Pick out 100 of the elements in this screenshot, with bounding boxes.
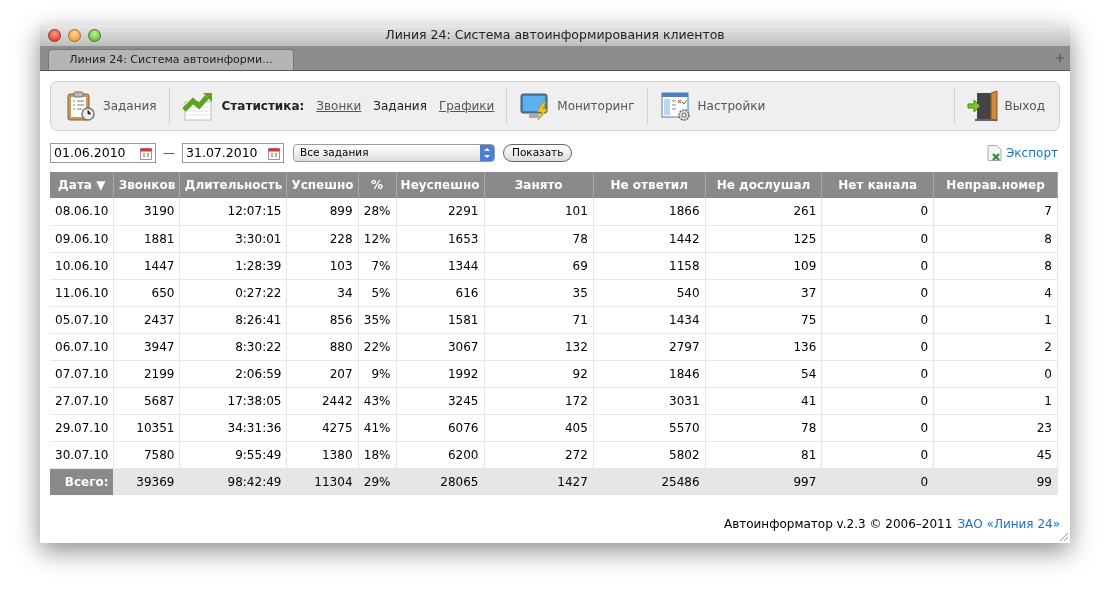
total-label: Всего: — [50, 468, 114, 495]
table-cell: 1992 — [396, 360, 484, 387]
stats-tab-link[interactable]: Звонки — [316, 97, 362, 115]
table-cell: 899 — [286, 198, 359, 225]
close-button[interactable] — [48, 29, 61, 42]
zoom-button[interactable] — [88, 29, 101, 42]
table-cell: 1158 — [593, 252, 706, 279]
table-cell: 172 — [484, 387, 594, 414]
table-cell: 1653 — [396, 225, 484, 252]
spreadsheet-file-icon — [986, 145, 1002, 161]
table-cell: 8 — [933, 225, 1058, 252]
table-cell: 4275 — [286, 414, 359, 441]
table-cell: 39369 — [114, 468, 180, 495]
table-cell: 1:28:39 — [179, 252, 287, 279]
table-cell: 71 — [484, 306, 594, 333]
table-cell: 1344 — [396, 252, 484, 279]
settings-icon — [659, 90, 692, 122]
task-select[interactable]: Все задания — [293, 144, 495, 162]
table-cell: 4 — [933, 279, 1058, 306]
table-cell: 28% — [358, 198, 396, 225]
export-link[interactable]: Экспорт — [1005, 144, 1058, 162]
nav-link[interactable]: Мониторинг — [557, 97, 635, 115]
nav-link[interactable]: Выход — [1004, 97, 1045, 115]
table-cell: 10351 — [114, 414, 180, 441]
table-cell: 125 — [705, 225, 822, 252]
table-cell: 5% — [358, 279, 396, 306]
table-cell: 27.07.10 — [50, 387, 114, 414]
table-cell: 0 — [821, 414, 934, 441]
table-cell: 11304 — [286, 468, 359, 495]
table-cell: 22% — [358, 333, 396, 360]
table-cell: 1380 — [286, 441, 359, 468]
table-cell: 78 — [705, 414, 822, 441]
window-title: Линия 24: Система автоинформирования клиентов — [385, 26, 725, 45]
table-cell: 43% — [358, 387, 396, 414]
table-cell: 75 — [705, 306, 822, 333]
minimize-button[interactable] — [68, 29, 81, 42]
table-cell: 103 — [286, 252, 359, 279]
monitor-lightning-icon — [519, 90, 552, 122]
table-cell: 28065 — [396, 468, 484, 495]
table-cell: 10.06.10 — [50, 252, 114, 279]
table-cell: 9% — [358, 360, 396, 387]
table-cell: 5570 — [593, 414, 706, 441]
table-cell: 3:30:01 — [179, 225, 287, 252]
table-cell: 856 — [286, 306, 359, 333]
table-cell: 34 — [286, 279, 359, 306]
calendar-icon[interactable] — [268, 146, 280, 160]
stats-tab-link[interactable]: Задания — [373, 97, 427, 115]
new-tab-icon[interactable] — [1056, 54, 1064, 62]
table-cell: 35 — [484, 279, 594, 306]
table-cell: 540 — [593, 279, 706, 306]
company-link[interactable]: ЗАО «Линия 24» — [957, 515, 1060, 533]
table-cell: 06.07.10 — [50, 333, 114, 360]
table-cell: 405 — [484, 414, 594, 441]
table-cell: 92 — [484, 360, 594, 387]
table-cell: 09.06.10 — [50, 225, 114, 252]
table-cell: 29.07.10 — [50, 414, 114, 441]
table-cell: 3031 — [593, 387, 706, 414]
table-cell: 228 — [286, 225, 359, 252]
table-cell: 2797 — [593, 333, 706, 360]
table-cell: 1427 — [484, 468, 594, 495]
table-cell: 3947 — [114, 333, 180, 360]
table-cell: 69 — [484, 252, 594, 279]
nav-link[interactable]: Задания — [103, 97, 157, 115]
table-cell: 41 — [705, 387, 822, 414]
table-cell: 5802 — [593, 441, 706, 468]
stats-tab-link[interactable]: Графики — [438, 97, 495, 115]
calendar-icon[interactable] — [140, 146, 152, 160]
table-cell: 0 — [821, 333, 934, 360]
table-cell: 17:38:05 — [179, 387, 287, 414]
table-cell: 3190 — [114, 198, 180, 225]
table-cell: 35% — [358, 306, 396, 333]
table-cell: 650 — [114, 279, 180, 306]
browser-tab[interactable]: Линия 24: Система автоинформи... — [48, 49, 294, 70]
statistics-label: Статистика: — [221, 98, 305, 115]
resize-grip-icon[interactable] — [1058, 531, 1069, 542]
table-cell: 8:30:22 — [179, 333, 287, 360]
table-cell: 0 — [821, 441, 934, 468]
date-field[interactable]: 01.06.2010 — [50, 143, 156, 163]
table-cell: 07.07.10 — [50, 360, 114, 387]
date-field[interactable]: 31.07.2010 — [182, 143, 284, 163]
table-cell: 18% — [358, 441, 396, 468]
show-button[interactable]: Показать — [503, 144, 573, 162]
table-cell: 0 — [821, 468, 934, 495]
table-cell: 98:42:49 — [179, 468, 287, 495]
table-cell: 6076 — [396, 414, 484, 441]
table-cell: 2291 — [396, 198, 484, 225]
nav-link[interactable]: Настройки — [697, 97, 766, 115]
table-cell: 1442 — [593, 225, 706, 252]
table-cell: 3067 — [396, 333, 484, 360]
date-separator: — — [163, 145, 175, 162]
table-cell: 34:31:36 — [179, 414, 287, 441]
table-cell: 207 — [286, 360, 359, 387]
table-cell: 54 — [705, 360, 822, 387]
table-cell: 0 — [821, 225, 934, 252]
select-arrows-icon — [480, 145, 494, 161]
exit-door-icon — [966, 90, 999, 122]
table-cell: 41% — [358, 414, 396, 441]
clipboard-clock-icon — [65, 90, 97, 122]
table-cell: 0 — [821, 279, 934, 306]
table-cell: 08.06.10 — [50, 198, 114, 225]
